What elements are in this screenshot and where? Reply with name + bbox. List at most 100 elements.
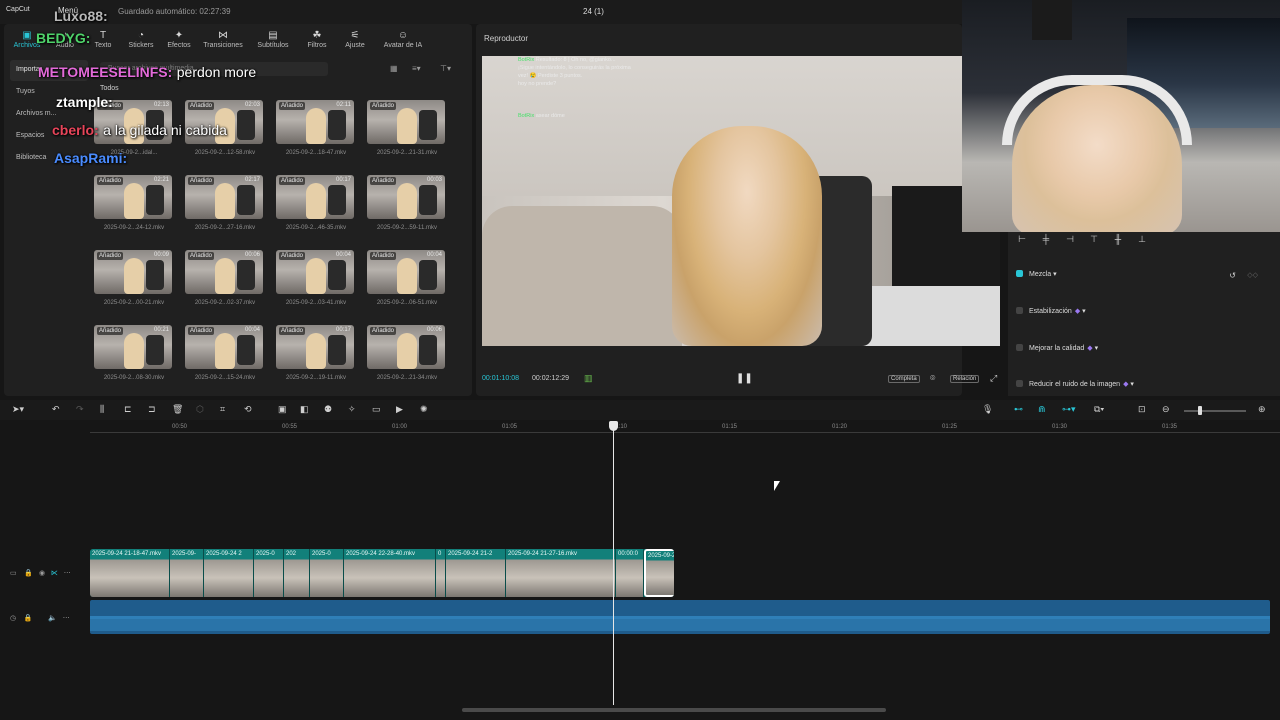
timeline-clip[interactable]: 2025-09-24 xyxy=(644,549,674,597)
split-icon[interactable]: ⫼ xyxy=(100,404,104,415)
media-card[interactable]: Añadido 00:17 2025-09-2...19-11.mkv xyxy=(276,325,356,381)
zoom-slider-handle[interactable] xyxy=(1198,406,1202,415)
timeline-clip[interactable]: 2025-09- xyxy=(170,549,204,597)
tool-transiciones[interactable]: ⋈ Transiciones xyxy=(198,24,248,54)
cutout-icon[interactable]: ⚉ xyxy=(324,404,332,415)
media-card[interactable]: Añadido 00:04 2025-09-2...15-24.mkv xyxy=(185,325,265,381)
media-card[interactable]: Añadido 00:03 2025-09-2...59-11.mkv xyxy=(367,175,447,231)
media-thumbnail[interactable]: Añadido 02:17 xyxy=(185,175,263,219)
media-thumbnail[interactable]: Añadido 00:06 xyxy=(185,250,263,294)
delete-icon[interactable]: 🗑 xyxy=(172,404,183,415)
media-card[interactable]: Añadido 02:21 2025-09-2...24-12.mkv xyxy=(94,175,174,231)
media-card[interactable]: Añadido 02:17 2025-09-2...27-16.mkv xyxy=(185,175,265,231)
captions-icon[interactable]: ▭ xyxy=(372,404,381,415)
timeline-clip[interactable]: 2025-0 xyxy=(310,549,344,597)
checkbox-icon[interactable] xyxy=(1016,380,1023,387)
tool-avatar-ia[interactable]: ☺ Avatar de IA xyxy=(374,24,432,54)
align-bottom-icon[interactable]: ⊥ xyxy=(1136,234,1148,246)
audio-track[interactable] xyxy=(90,600,1270,634)
preview-link-icon[interactable]: ⊶▾ xyxy=(1062,404,1076,415)
option-mejorar-calidad[interactable]: Mejorar la calidad ◆ ▾ xyxy=(1016,344,1098,352)
freeze-icon[interactable]: ▣ xyxy=(278,404,287,415)
split-left-icon[interactable]: ⊏ xyxy=(124,404,132,415)
reset-icon[interactable]: ↺ xyxy=(1229,271,1236,280)
ai-icon[interactable]: ✺ xyxy=(420,404,428,415)
timeline-clip[interactable]: 202 xyxy=(284,549,310,597)
media-thumbnail[interactable]: Añadido 00:21 xyxy=(94,325,172,369)
timeline-clip[interactable]: 0 xyxy=(436,549,446,597)
redo-icon[interactable]: ↷ xyxy=(76,404,84,415)
clock-icon[interactable]: ◷ xyxy=(10,615,16,622)
option-reducir-ruido[interactable]: Reducir el ruido de la imagen ◆ ▾ xyxy=(1016,380,1134,388)
media-thumbnail[interactable]: Añadido 00:04 xyxy=(185,325,263,369)
tool-stickers[interactable]: ◔ Stickers xyxy=(122,24,160,54)
speed-icon[interactable]: ⟲ xyxy=(244,404,252,415)
zoom-in-icon[interactable]: ⊕ xyxy=(1258,404,1266,415)
split-right-icon[interactable]: ⊐ xyxy=(148,404,156,415)
checkbox-icon[interactable] xyxy=(1016,270,1023,277)
media-thumbnail[interactable]: Añadido 00:04 xyxy=(367,250,445,294)
video-preview[interactable]: BotRix Resultado: 8 | Oh no, @gianko... … xyxy=(482,56,1000,346)
mirror-icon[interactable]: ◧ xyxy=(300,404,309,415)
preview-axis-icon[interactable]: ⊡ xyxy=(1138,404,1146,415)
tool-filtros[interactable]: ☘ Filtros xyxy=(298,24,336,54)
media-thumbnail[interactable]: Añadido xyxy=(367,100,445,144)
tool-ajuste[interactable]: ⚟ Ajuste xyxy=(336,24,374,54)
link-main-icon[interactable]: ⊷ xyxy=(1014,404,1023,415)
magic-icon[interactable]: ✧ xyxy=(348,404,356,415)
media-card[interactable]: Añadido 00:04 2025-09-2...06-51.mkv xyxy=(367,250,447,306)
timeline-clip[interactable]: 2025-09-24 21-27-16.mkv xyxy=(506,549,616,597)
align-left-icon[interactable]: ⊢ xyxy=(1016,234,1028,246)
media-thumbnail[interactable]: Añadido 00:04 xyxy=(276,250,354,294)
microphone-icon[interactable]: 🎙 xyxy=(982,404,993,415)
media-thumbnail[interactable]: Añadido 02:11 xyxy=(276,100,354,144)
media-card[interactable]: Añadido 2025-09-2...21-31.mkv xyxy=(367,100,447,156)
select-tool-icon[interactable]: ➤▾ xyxy=(12,404,24,415)
video-track[interactable]: 2025-09-24 21-18-47.mkv 2025-09- 2025-09-2… xyxy=(90,549,674,597)
option-estabilizacion[interactable]: Estabilización ◆ ▾ xyxy=(1016,307,1086,315)
zoom-out-icon[interactable]: ⊖ xyxy=(1162,404,1170,415)
cover-icon[interactable]: ▭ xyxy=(10,570,17,577)
timeline-clip[interactable]: 00:00:0 xyxy=(616,549,644,597)
full-quality-button[interactable]: Completa xyxy=(888,375,920,383)
smart-icon[interactable]: ▶ xyxy=(396,404,403,415)
fullscreen-icon[interactable]: ⤢ xyxy=(990,373,997,384)
audio-sync-icon[interactable]: ⋉ xyxy=(51,570,58,577)
playhead[interactable] xyxy=(613,423,614,705)
align-center-icon[interactable]: ╪ xyxy=(1040,234,1052,246)
timeline-clip[interactable]: 2025-09-24 22-28-40.mkv xyxy=(344,549,436,597)
timeline-clip[interactable]: 2025-0 xyxy=(254,549,284,597)
media-card[interactable]: Añadido 00:17 2025-09-2...46-35.mkv xyxy=(276,175,356,231)
media-card[interactable]: Añadido 00:06 2025-09-2...21-34.mkv xyxy=(367,325,447,381)
timeline-clip[interactable]: 2025-09-24 21-18-47.mkv xyxy=(90,549,170,597)
keyframe-icon[interactable]: ◇◇ xyxy=(1247,271,1258,279)
mask-icon[interactable]: ⬡ xyxy=(196,404,204,415)
eye-icon[interactable]: ◉ xyxy=(39,570,45,577)
crop-icon[interactable]: ⌗ xyxy=(220,404,225,415)
pause-button[interactable]: ❚❚ xyxy=(736,373,753,384)
timeline-scrollbar[interactable] xyxy=(462,708,886,712)
align-right-icon[interactable]: ⊣ xyxy=(1064,234,1076,246)
media-thumbnail[interactable]: Añadido 00:17 xyxy=(276,325,354,369)
grid-view-icon[interactable]: ▦ xyxy=(390,64,398,73)
media-thumbnail[interactable]: Añadido 00:17 xyxy=(276,175,354,219)
lock-icon[interactable]: 🔒 xyxy=(24,615,33,622)
media-card[interactable]: Añadido 02:11 2025-09-2...18-47.mkv xyxy=(276,100,356,156)
media-card[interactable]: Añadido 00:09 2025-09-2...00-21.mkv xyxy=(94,250,174,306)
sort-icon[interactable]: ≡▾ xyxy=(412,64,421,73)
more-icon[interactable]: ⋯ xyxy=(64,570,71,577)
media-thumbnail[interactable]: Añadido 00:09 xyxy=(94,250,172,294)
media-card[interactable]: Añadido 00:04 2025-09-2...03-41.mkv xyxy=(276,250,356,306)
lock-icon[interactable]: 🔒 xyxy=(24,570,33,577)
speaker-icon[interactable]: 🔈 xyxy=(48,615,57,622)
align-top-icon[interactable]: ⊤ xyxy=(1088,234,1100,246)
more-icon[interactable]: ⋯ xyxy=(63,615,70,622)
undo-icon[interactable]: ↶ xyxy=(52,404,60,415)
media-card[interactable]: Añadido 00:06 2025-09-2...02-37.mkv xyxy=(185,250,265,306)
media-thumbnail[interactable]: Añadido 00:03 xyxy=(367,175,445,219)
magnet-icon[interactable]: ⋒ xyxy=(1038,404,1046,415)
checkbox-icon[interactable] xyxy=(1016,344,1023,351)
tool-efectos[interactable]: ✦ Efectos xyxy=(160,24,198,54)
filter-sort-icon[interactable]: ⊤▾ xyxy=(440,64,451,73)
snap-icon[interactable]: ⧉▾ xyxy=(1094,404,1104,415)
